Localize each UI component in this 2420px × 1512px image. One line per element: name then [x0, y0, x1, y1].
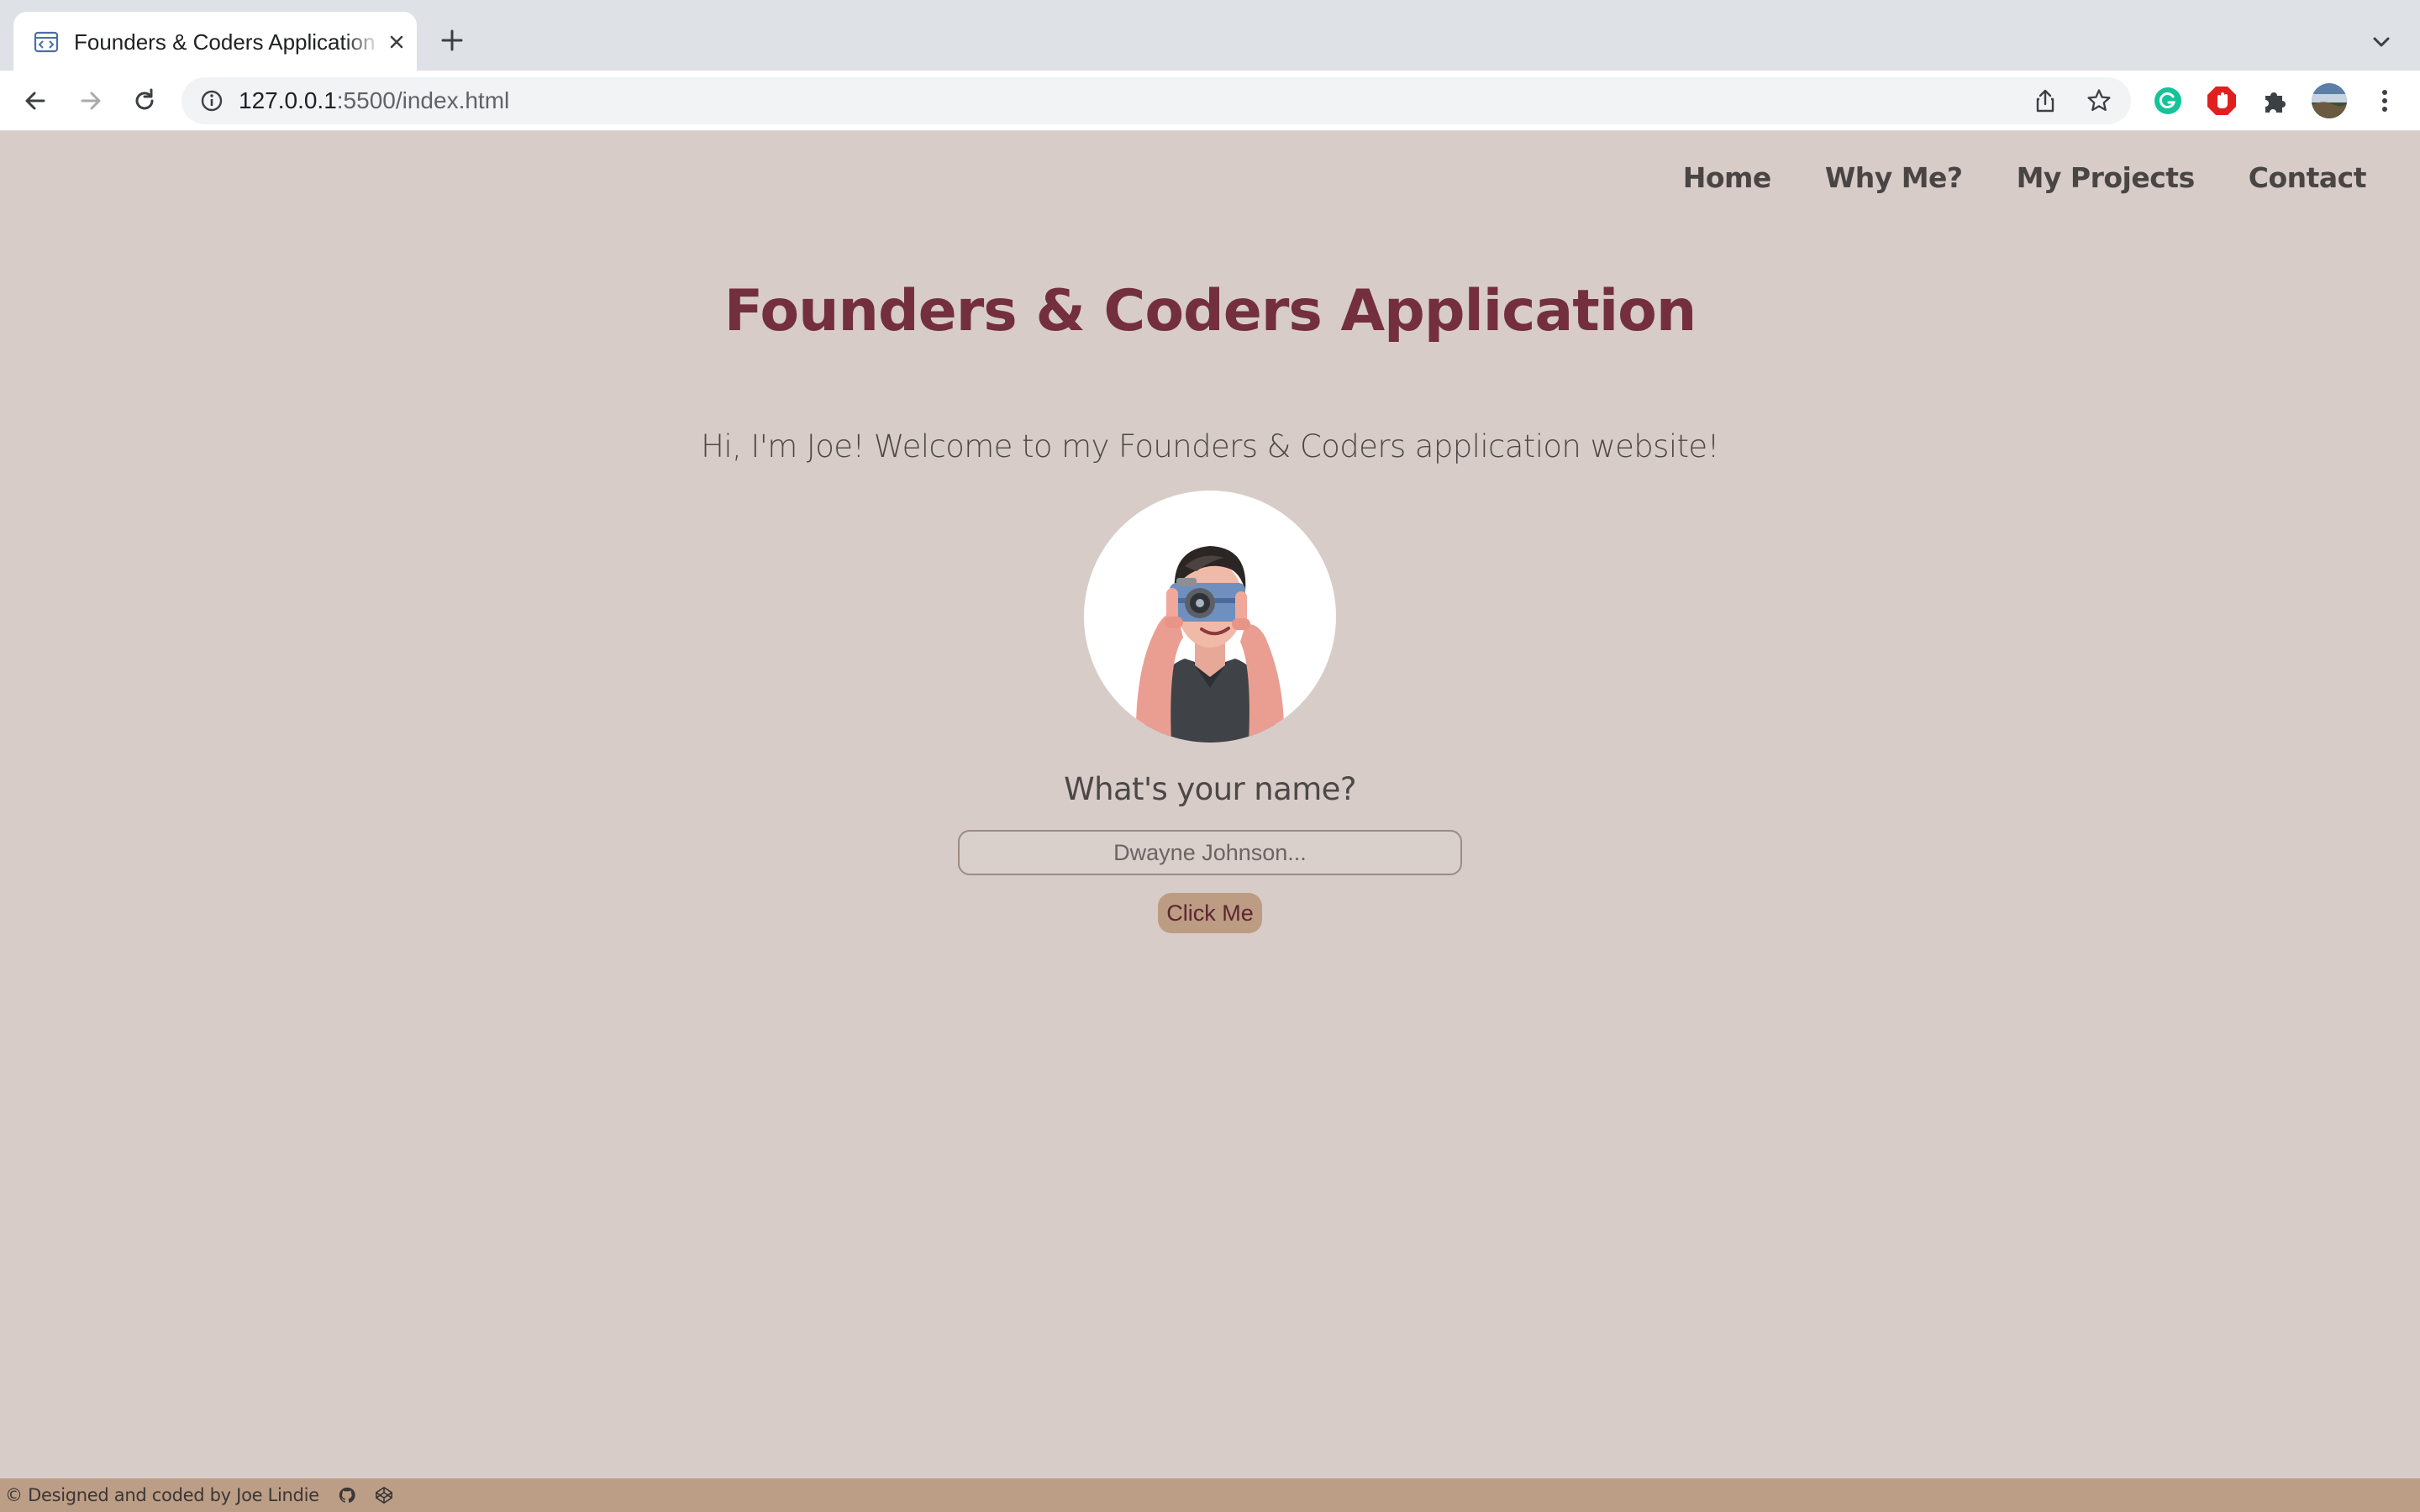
nav-home[interactable]: Home: [1683, 157, 1772, 199]
browser-toolbar: 127.0.0.1:5500/index.html: [0, 71, 2420, 131]
plus-icon[interactable]: [437, 25, 467, 55]
codepen-icon[interactable]: [375, 1486, 393, 1504]
profile-illustration: [1084, 491, 1336, 743]
star-icon[interactable]: [2086, 87, 2112, 114]
tab-title: Founders & Coders Application: [74, 29, 376, 55]
kebab-menu-icon[interactable]: [2368, 84, 2402, 118]
share-icon[interactable]: [2032, 87, 2059, 114]
click-me-button[interactable]: Click Me: [1158, 893, 1262, 933]
adblock-extension-icon[interactable]: [2205, 84, 2238, 118]
forward-arrow-icon[interactable]: [76, 86, 106, 116]
page-content: Home Why Me? My Projects Contact Founder…: [0, 132, 2420, 1478]
page-footer: © Designed and coded by Joe Lindie: [0, 1478, 2420, 1512]
code-favicon-icon: [34, 31, 59, 53]
close-icon[interactable]: [385, 30, 408, 54]
footer-credit: © Designed and coded by Joe Lindie: [5, 1485, 319, 1505]
photographer-avatar-icon: [1135, 546, 1285, 743]
nav-contact[interactable]: Contact: [2249, 157, 2367, 199]
puzzle-extensions-icon[interactable]: [2259, 84, 2292, 118]
page-title: Founders & Coders Application: [723, 278, 1697, 344]
back-arrow-icon[interactable]: [20, 86, 50, 116]
reload-icon[interactable]: [129, 86, 160, 116]
url-path: :5500/index.html: [336, 87, 510, 113]
grammarly-extension-icon[interactable]: [2151, 84, 2185, 118]
top-nav: Home Why Me? My Projects Contact: [1683, 157, 2367, 199]
github-icon[interactable]: [338, 1486, 356, 1504]
name-prompt: What's your name?: [1064, 771, 1356, 807]
browser-tab[interactable]: Founders & Coders Application: [13, 12, 417, 71]
nav-why-me[interactable]: Why Me?: [1825, 157, 1963, 199]
info-icon[interactable]: [198, 87, 225, 114]
url-host: 127.0.0.1: [239, 87, 337, 113]
welcome-text: Hi, I'm Joe! Welcome to my Founders & Co…: [701, 428, 1719, 465]
url-text[interactable]: 127.0.0.1:5500/index.html: [239, 86, 509, 116]
name-input[interactable]: [958, 830, 1462, 875]
chevron-down-icon[interactable]: [2368, 29, 2395, 55]
address-bar[interactable]: 127.0.0.1:5500/index.html: [182, 77, 2131, 124]
nav-my-projects[interactable]: My Projects: [2017, 157, 2196, 199]
profile-avatar-icon[interactable]: [2311, 82, 2348, 119]
browser-tab-strip: Founders & Coders Application: [0, 0, 2420, 71]
